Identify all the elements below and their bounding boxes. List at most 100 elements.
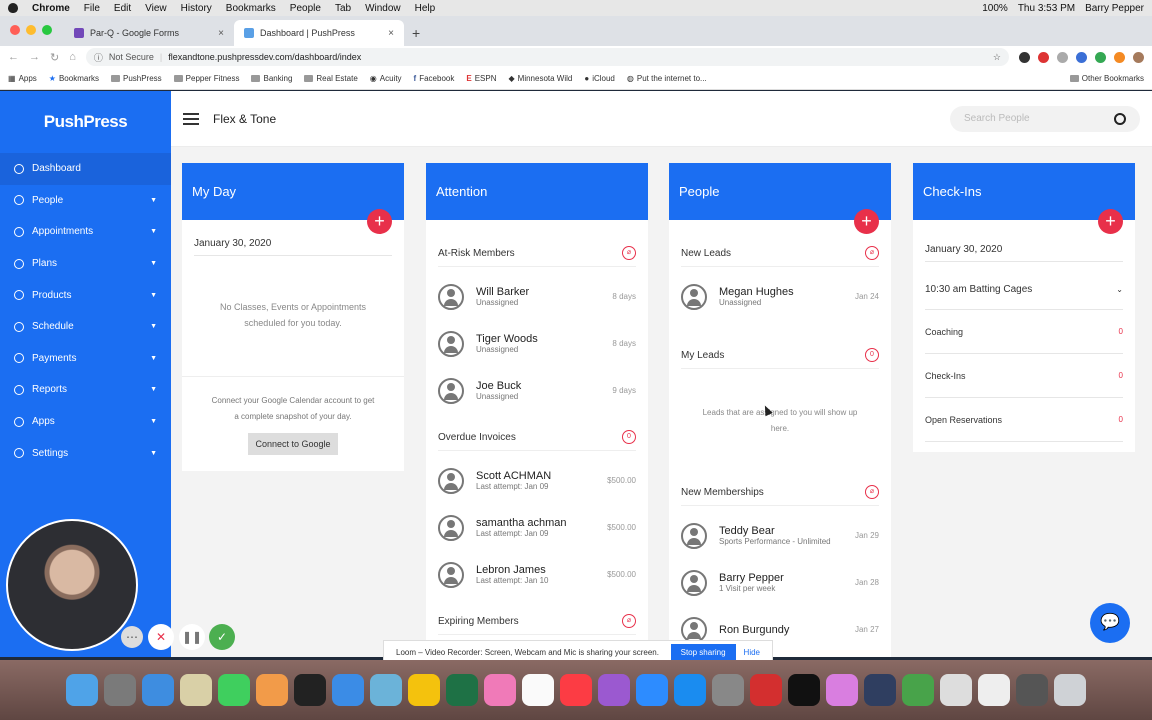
url-text[interactable]: flexandtone.pushpressdev.com/dashboard/i…: [168, 52, 361, 62]
list-item[interactable]: Teddy Bear Sports Performance - Unlimited…: [681, 512, 879, 559]
menu-people[interactable]: People: [290, 3, 321, 14]
profile-avatar-icon[interactable]: [1133, 51, 1144, 63]
list-item[interactable]: Megan Hughes Unassigned Jan 24: [681, 273, 879, 320]
bookmark-banking[interactable]: Banking: [251, 74, 292, 83]
apple-icon[interactable]: [8, 3, 18, 13]
close-icon[interactable]: ×: [388, 28, 394, 39]
list-item[interactable]: Barry Pepper 1 Visit per week Jan 28: [681, 559, 879, 606]
podcasts-icon[interactable]: [598, 674, 630, 706]
bookmark-other[interactable]: Other Bookmarks: [1069, 74, 1144, 83]
list-item[interactable]: Joe Buck Unassigned 9 days: [438, 367, 636, 414]
chat-app-icon[interactable]: [332, 674, 364, 706]
bookmark-apps[interactable]: ▦ Apps: [8, 74, 37, 83]
chat-icon[interactable]: 💬: [1090, 603, 1130, 643]
star-icon[interactable]: ☆: [993, 52, 1001, 63]
menu-app[interactable]: Chrome: [32, 3, 70, 14]
menu-help[interactable]: Help: [415, 3, 436, 14]
extension-icon[interactable]: [1057, 51, 1068, 63]
class-select[interactable]: 10:30 am Batting Cages ⌄: [925, 270, 1123, 310]
list-item[interactable]: Will Barker Unassigned 8 days: [438, 273, 636, 320]
app-icon[interactable]: [788, 674, 820, 706]
numbers-icon[interactable]: [902, 674, 934, 706]
terminal-icon[interactable]: [294, 674, 326, 706]
stop-sharing-button[interactable]: Stop sharing: [670, 643, 736, 661]
messages-icon[interactable]: [218, 674, 250, 706]
1password-icon[interactable]: [864, 674, 896, 706]
search-input[interactable]: Search People: [950, 105, 1140, 132]
info-icon[interactable]: ⓘ: [94, 51, 103, 64]
menu-clock[interactable]: Thu 3:53 PM: [1018, 3, 1075, 14]
bookmark-real-estate[interactable]: Real Estate: [304, 74, 358, 83]
photos-icon[interactable]: [484, 674, 516, 706]
minimize-window-button[interactable]: [26, 25, 36, 35]
bookmark-put-internet[interactable]: ◍ Put the internet to...: [627, 74, 707, 83]
maps-icon[interactable]: [370, 674, 402, 706]
list-item[interactable]: Lebron James Last attempt: Jan 10 $500.00: [438, 551, 636, 598]
new-tab-button[interactable]: +: [412, 25, 420, 41]
more-icon[interactable]: ⋯: [121, 626, 143, 648]
zoom-window-button[interactable]: [42, 25, 52, 35]
tab-google-forms[interactable]: Par-Q - Google Forms ×: [64, 20, 234, 46]
finish-recording-button[interactable]: ✓: [209, 624, 235, 650]
system-preferences-icon[interactable]: [712, 674, 744, 706]
hamburger-menu-icon[interactable]: [183, 112, 199, 125]
forward-icon[interactable]: →: [29, 51, 40, 63]
creative-cloud-icon[interactable]: [256, 674, 288, 706]
bookmark-minnesota-wild[interactable]: ◆ Minnesota Wild: [509, 74, 573, 83]
excel-icon[interactable]: [446, 674, 478, 706]
reload-icon[interactable]: ↻: [50, 51, 59, 64]
finder-icon[interactable]: [66, 674, 98, 706]
battery-percent[interactable]: 100%: [982, 3, 1008, 14]
edit-icon[interactable]: ⌀: [622, 614, 636, 628]
connect-google-button[interactable]: Connect to Google: [248, 433, 338, 455]
search-icon[interactable]: [1114, 112, 1126, 125]
edit-icon[interactable]: ⌀: [865, 246, 879, 260]
bookmark-icloud[interactable]: ● iCloud: [584, 74, 615, 83]
safari-icon[interactable]: [142, 674, 174, 706]
close-window-button[interactable]: [10, 25, 20, 35]
list-item[interactable]: Scott ACHMAN Last attempt: Jan 09 $500.00: [438, 457, 636, 504]
screenshot-icon[interactable]: [978, 674, 1010, 706]
extension-icon[interactable]: [1038, 51, 1049, 63]
plus-icon[interactable]: +: [1098, 209, 1123, 234]
tab-dashboard[interactable]: Dashboard | PushPress ×: [234, 20, 404, 46]
plus-icon[interactable]: +: [854, 209, 879, 234]
back-icon[interactable]: ←: [8, 51, 19, 63]
sidebar-item-apps[interactable]: Apps ▼: [0, 406, 171, 438]
edit-icon[interactable]: ⌀: [865, 485, 879, 499]
bookmark-facebook[interactable]: f Facebook: [414, 74, 455, 83]
chrome-icon[interactable]: [408, 674, 440, 706]
music-folder-icon[interactable]: [940, 674, 972, 706]
app-store-icon[interactable]: [674, 674, 706, 706]
menu-user[interactable]: Barry Pepper: [1085, 3, 1144, 14]
plus-icon[interactable]: +: [367, 209, 392, 234]
launchpad-icon[interactable]: [104, 674, 136, 706]
extension-icon[interactable]: [1076, 51, 1087, 63]
sidebar-item-plans[interactable]: Plans ▼: [0, 248, 171, 280]
list-item[interactable]: Tiger Woods Unassigned 8 days: [438, 320, 636, 367]
home-icon[interactable]: ⌂: [69, 51, 76, 63]
menu-file[interactable]: File: [84, 3, 100, 14]
sidebar-item-reports[interactable]: Reports ▼: [0, 374, 171, 406]
extension-icon[interactable]: [1095, 51, 1106, 63]
list-item[interactable]: samantha achman Last attempt: Jan 09 $500.…: [438, 504, 636, 551]
menu-history[interactable]: History: [181, 3, 212, 14]
airmail-icon[interactable]: [750, 674, 782, 706]
music-icon[interactable]: [560, 674, 592, 706]
edit-icon[interactable]: ⌀: [622, 246, 636, 260]
sidebar-item-settings[interactable]: Settings ▼: [0, 437, 171, 469]
sidebar-item-products[interactable]: Products ▼: [0, 279, 171, 311]
calendar-icon[interactable]: [522, 674, 554, 706]
menu-edit[interactable]: Edit: [114, 3, 131, 14]
preview-icon[interactable]: [180, 674, 212, 706]
bookmark-acuity[interactable]: ◉ Acuity: [370, 74, 402, 83]
desktop-folder-icon[interactable]: [1016, 674, 1048, 706]
hide-button[interactable]: Hide: [744, 648, 760, 657]
menu-tab[interactable]: Tab: [335, 3, 351, 14]
cancel-recording-button[interactable]: ✕: [148, 624, 174, 650]
close-icon[interactable]: ×: [218, 28, 224, 39]
bookmark-bookmarks[interactable]: ★ Bookmarks: [49, 74, 99, 83]
pushpress-logo[interactable]: PushPress: [0, 91, 171, 153]
menu-bookmarks[interactable]: Bookmarks: [226, 3, 276, 14]
menu-window[interactable]: Window: [365, 3, 401, 14]
